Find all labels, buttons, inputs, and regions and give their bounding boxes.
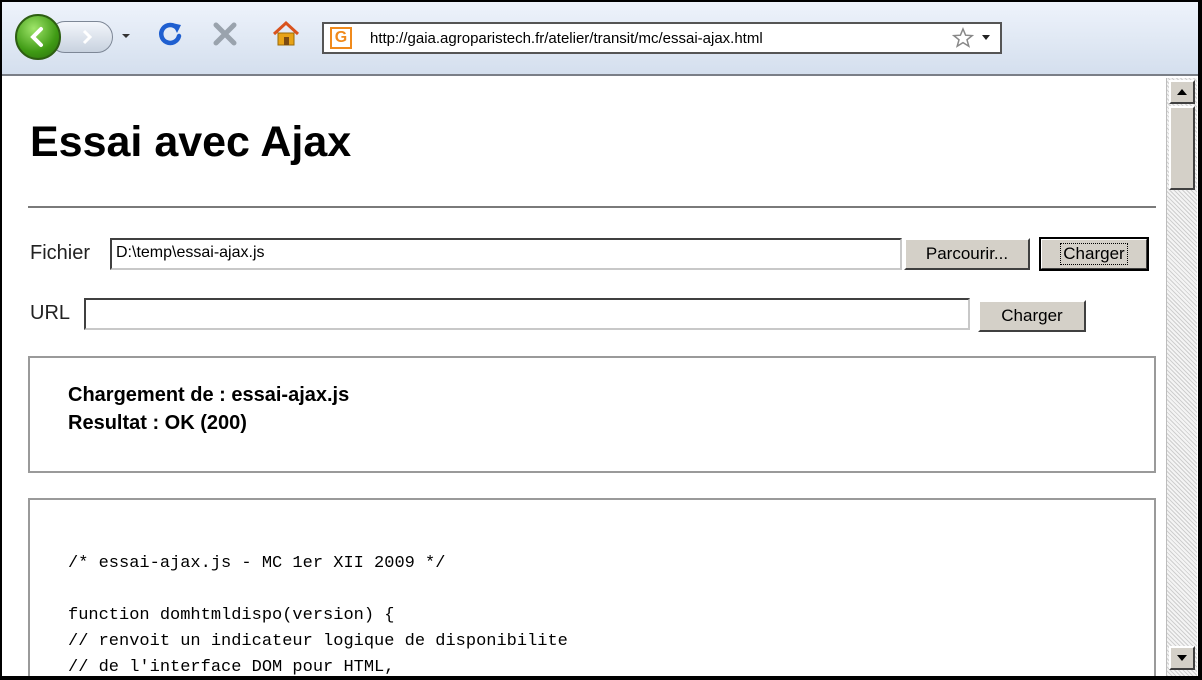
back-button[interactable]	[15, 14, 61, 60]
refresh-icon	[159, 22, 182, 46]
forward-arrow-icon	[82, 29, 93, 45]
page-title: Essai avec Ajax	[30, 118, 352, 166]
address-dropdown[interactable]	[982, 35, 990, 41]
load-url-button-label: Charger	[1001, 306, 1063, 325]
code-panel: /* essai-ajax.js - MC 1er XII 2009 */ fu…	[28, 498, 1156, 676]
stop-icon	[213, 22, 237, 46]
scroll-up-button[interactable]	[1169, 80, 1195, 104]
page-content: Essai avec Ajax Fichier D:\temp\essai-aj…	[14, 78, 1164, 676]
code-line: // renvoit un indicateur logique de disp…	[68, 632, 568, 651]
code-line: function domhtmldispo(version) {	[68, 606, 395, 625]
home-icon	[272, 20, 300, 46]
navigation-buttons	[15, 14, 135, 60]
scroll-thumb[interactable]	[1169, 106, 1195, 190]
arrow-up-icon	[1177, 89, 1187, 95]
file-input[interactable]: D:\temp\essai-ajax.js	[110, 238, 902, 270]
bookmark-button[interactable]	[952, 27, 974, 49]
site-favicon: G	[330, 27, 352, 49]
browser-toolbar: G http://gaia.agroparistech.fr/atelier/t…	[2, 2, 1198, 76]
load-file-button-label: Charger	[1060, 243, 1128, 265]
browse-button-label: Parcourir...	[925, 244, 1009, 263]
back-arrow-icon	[30, 27, 43, 47]
history-dropdown[interactable]	[119, 29, 133, 43]
refresh-button[interactable]	[152, 16, 188, 52]
file-label: Fichier	[30, 242, 91, 264]
code-line: // de l'interface DOM pour HTML,	[68, 658, 395, 676]
code-line: /* essai-ajax.js - MC 1er XII 2009 */	[68, 554, 446, 573]
address-bar[interactable]: G http://gaia.agroparistech.fr/atelier/t…	[322, 22, 1002, 54]
star-icon	[952, 27, 974, 48]
status-loading-line: Chargement de : essai-ajax.js	[68, 384, 350, 406]
status-result-line: Resultat : OK (200)	[68, 412, 247, 434]
horizontal-rule	[28, 206, 1156, 208]
url-input[interactable]	[84, 298, 970, 330]
load-url-button[interactable]: Charger	[978, 300, 1086, 332]
arrow-down-icon	[1177, 655, 1187, 661]
url-label: URL	[30, 302, 71, 324]
scroll-down-button[interactable]	[1169, 646, 1195, 670]
vertical-scrollbar[interactable]	[1166, 78, 1197, 676]
home-button[interactable]	[268, 16, 304, 52]
address-url[interactable]: http://gaia.agroparistech.fr/atelier/tra…	[370, 30, 952, 47]
status-panel: Chargement de : essai-ajax.js Resultat :…	[28, 356, 1156, 473]
load-file-button[interactable]: Charger	[1039, 237, 1149, 271]
browse-button[interactable]: Parcourir...	[904, 238, 1030, 270]
stop-button[interactable]	[207, 16, 243, 52]
chevron-down-icon	[122, 34, 130, 38]
chevron-down-icon	[982, 35, 990, 40]
